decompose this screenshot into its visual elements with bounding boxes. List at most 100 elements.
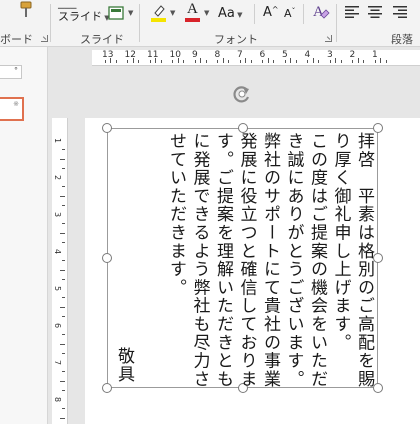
ruler-tick bbox=[290, 58, 292, 63]
ruler-number: 2 bbox=[53, 174, 63, 181]
ruler-tick bbox=[245, 58, 247, 63]
ruler-tick bbox=[205, 60, 207, 63]
ruler-number: 8 bbox=[53, 396, 63, 403]
thumbnail-mark: ° bbox=[14, 66, 18, 75]
ruler-tick bbox=[177, 58, 179, 63]
align-right-icon[interactable] bbox=[392, 5, 408, 19]
chevron-down-icon[interactable]: ▼ bbox=[128, 9, 133, 17]
slide-thumbnail[interactable]: ° bbox=[0, 65, 22, 79]
slide-dropdown[interactable]: スライド ▼ bbox=[58, 8, 110, 24]
ruler-tick bbox=[239, 60, 241, 63]
font-color-letter-icon: A bbox=[187, 1, 198, 17]
ruler-number: 6 bbox=[53, 322, 63, 329]
ruler-number: 1 bbox=[372, 50, 378, 60]
ruler-number: 13 bbox=[102, 50, 114, 60]
ruler-tick bbox=[149, 60, 151, 63]
ruler-number: 3 bbox=[327, 50, 333, 60]
change-case-button[interactable]: Aa ▼ bbox=[218, 6, 242, 21]
font-color-button[interactable]: A bbox=[185, 1, 201, 23]
ruler-tick bbox=[60, 158, 65, 160]
font-group-label: フォント bbox=[214, 33, 258, 46]
shrink-font-button[interactable]: Aˇ bbox=[284, 7, 296, 20]
ruler-tick bbox=[104, 60, 106, 63]
clipboard-launcher-icon[interactable] bbox=[41, 35, 48, 42]
ruler-number: 7 bbox=[237, 50, 243, 60]
ruler-tick bbox=[62, 186, 65, 188]
chevron-down-icon: ▼ bbox=[234, 11, 243, 19]
ruler-tick bbox=[60, 380, 65, 382]
layout-icon[interactable] bbox=[108, 6, 126, 20]
ruler-tick bbox=[312, 58, 314, 63]
ruler-tick bbox=[62, 149, 65, 151]
ruler-tick bbox=[62, 315, 65, 317]
body-line: 発展に役立つと確信しておりま bbox=[236, 132, 257, 389]
ruler-number: 4 bbox=[304, 50, 311, 60]
body-line: せていただきます。 bbox=[166, 132, 186, 297]
resize-handle-left[interactable] bbox=[102, 253, 112, 263]
clear-formatting-icon[interactable]: A bbox=[311, 2, 331, 22]
ruler-tick bbox=[60, 195, 65, 197]
chevron-down-icon[interactable]: ▼ bbox=[204, 9, 209, 17]
ruler-tick bbox=[335, 58, 337, 63]
font-color-swatch bbox=[185, 18, 200, 22]
align-left-icon[interactable] bbox=[344, 5, 360, 19]
slide-thumbnail-selected[interactable]: ※ bbox=[0, 97, 24, 121]
chevron-down-icon[interactable]: ▼ bbox=[170, 9, 175, 17]
ruler-tick bbox=[318, 60, 320, 63]
group-divider bbox=[50, 4, 51, 42]
ruler-tick bbox=[380, 58, 382, 63]
align-center-icon[interactable] bbox=[367, 5, 383, 19]
ruler-tick bbox=[217, 60, 219, 63]
shrink-font-letter-icon: A bbox=[284, 7, 292, 20]
ruler-tick bbox=[62, 241, 65, 243]
ruler-number: 2 bbox=[349, 50, 356, 60]
ruler-tick bbox=[357, 58, 359, 63]
ribbon: ボード ▁▁▁ スライド ▼ ▼ スライド ▼ A ▼ Aa ▼ A^ Aˇ A… bbox=[0, 0, 420, 47]
ruler-tick bbox=[62, 408, 65, 410]
ruler-tick bbox=[228, 60, 230, 63]
slide-thumbnail-pane: ° ※ bbox=[0, 47, 48, 424]
resize-handle-top-left[interactable] bbox=[102, 123, 112, 133]
body-line: 拝啓 平素は格別のご高配を賜 bbox=[354, 132, 374, 389]
ruler-tick bbox=[60, 232, 65, 234]
slides-group-label: スライド bbox=[80, 33, 124, 46]
font-launcher-icon[interactable] bbox=[325, 35, 332, 42]
svg-text:A: A bbox=[313, 4, 324, 20]
ruler-tick bbox=[194, 60, 196, 63]
clipboard-group-label: ボード bbox=[0, 33, 33, 46]
grow-font-button[interactable]: A^ bbox=[263, 5, 279, 20]
highlight-color-icon[interactable] bbox=[150, 3, 168, 22]
caret-down-icon: ˇ bbox=[291, 7, 296, 16]
ruler-tick bbox=[115, 60, 117, 63]
slide-dropdown-label: スライド bbox=[58, 10, 102, 23]
format-painter-icon[interactable] bbox=[18, 1, 34, 19]
ruler-tick bbox=[200, 58, 202, 63]
ruler-tick bbox=[62, 371, 65, 373]
ruler-number: 5 bbox=[53, 285, 63, 292]
body-line: き誠にありがとうございます。 bbox=[283, 132, 304, 389]
group-divider bbox=[254, 4, 255, 24]
ruler-tick bbox=[62, 223, 65, 225]
ruler-tick bbox=[62, 204, 65, 206]
body-line: す。ご提案を理解いただきとも bbox=[213, 132, 233, 389]
thumbnail-mark: ※ bbox=[13, 100, 19, 108]
ruler-tick bbox=[363, 60, 365, 63]
closing-signoff: 敬具 bbox=[114, 347, 134, 383]
letter-body-text[interactable]: 拝啓 平素は格別のご高配を賜 り厚く御礼申し上げます。 この度はご提案の機会をい… bbox=[147, 132, 375, 389]
ruler-tick bbox=[385, 60, 387, 63]
ruler-number: 7 bbox=[53, 359, 63, 366]
ruler-tick bbox=[262, 60, 264, 63]
ruler-tick bbox=[138, 60, 140, 63]
grow-font-letter-icon: A bbox=[263, 5, 272, 20]
body-line: に発展できるよう弊社も尽力さ bbox=[189, 132, 210, 389]
resize-handle-bottom-left[interactable] bbox=[102, 383, 112, 393]
ruler-tick bbox=[155, 58, 157, 63]
ruler-tick bbox=[295, 60, 297, 63]
ruler-tick bbox=[60, 269, 65, 271]
rotate-handle-icon[interactable] bbox=[232, 84, 252, 104]
ruler-tick bbox=[62, 352, 65, 354]
ruler-tick bbox=[62, 389, 65, 391]
ruler-tick bbox=[250, 60, 252, 63]
ruler-tick bbox=[62, 260, 65, 262]
ruler-number: 1 bbox=[53, 137, 63, 144]
